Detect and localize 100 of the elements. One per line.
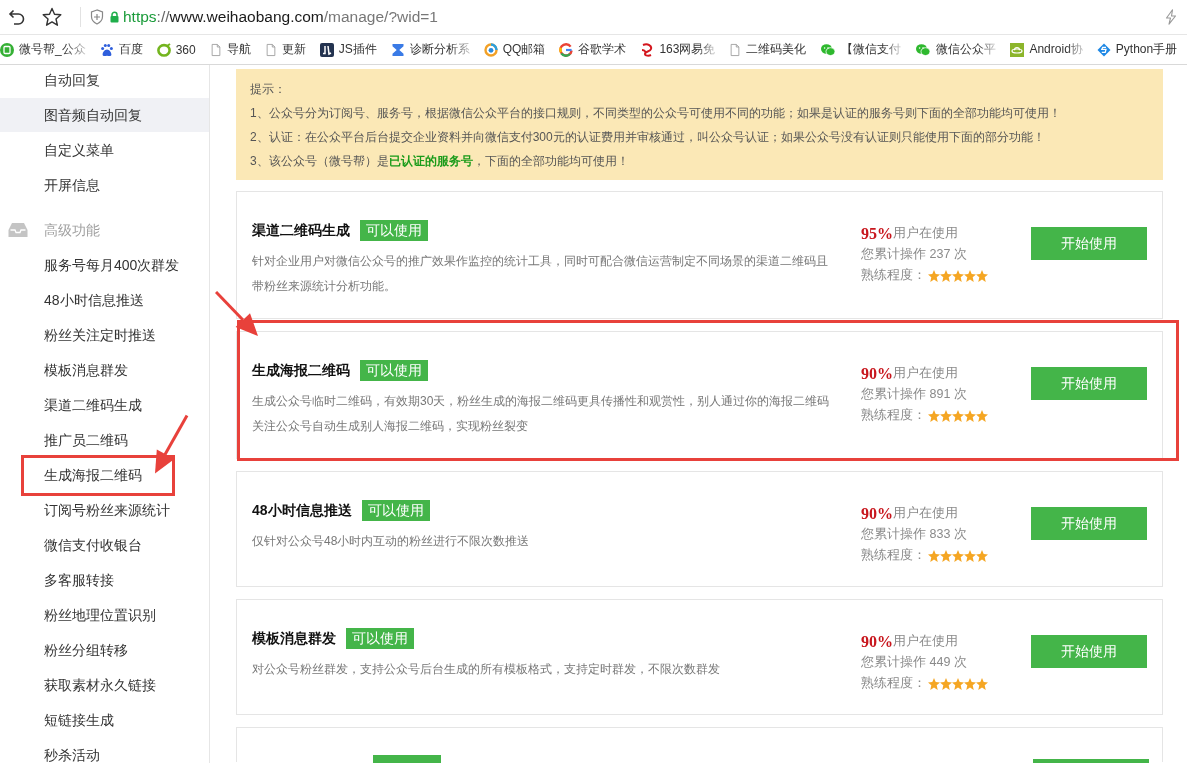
star-icon	[976, 549, 988, 562]
star-icon[interactable]	[42, 7, 62, 27]
bookmark-link[interactable]: 【微信支付	[820, 41, 902, 58]
ring-icon	[483, 42, 498, 57]
feature-title: 48小时信息推送	[252, 501, 352, 520]
notice-text: 1、公众号分为订阅号、服务号，根据微信公众平台的接口规则，不同类型的公众号可使用不同的功能；如果是认证的服务号则下面的全部功能均可使用！	[250, 105, 1062, 122]
bookmark-link[interactable]: JS插件	[319, 41, 377, 58]
star-icon	[928, 409, 940, 422]
bookmark-link[interactable]: 微号帮_公众	[0, 41, 86, 58]
star-icon	[952, 677, 964, 690]
usage-label: 用户在使用	[893, 365, 958, 382]
usage-percent: 90%	[861, 632, 893, 652]
bookmark-link[interactable]: Android协	[1010, 41, 1083, 58]
star-icon	[964, 549, 976, 562]
page-icon	[729, 42, 742, 57]
bookmark-link[interactable]: 百度	[99, 41, 143, 58]
swirl-icon	[640, 42, 655, 57]
notice-title: 提示：	[250, 81, 287, 98]
feature-description: 对公众号粉丝群发，支持公众号后台生成的所有模板格式，支持定时群发，不限次数群发	[252, 661, 721, 678]
bookmark-link[interactable]: 谷歌学术	[559, 41, 627, 58]
ring-icon	[156, 42, 171, 57]
sidebar-item[interactable]: 开屏信息	[0, 177, 209, 193]
star-icon	[976, 409, 988, 422]
diamond-logo-icon	[1096, 42, 1111, 57]
tray-icon	[8, 222, 28, 238]
bookmark-link[interactable]: 导航	[209, 41, 251, 58]
usage-percent: 90%	[861, 504, 893, 524]
status-badge: 可以使用	[346, 628, 414, 649]
status-badge: 可以使用	[360, 220, 428, 241]
status-badge: 可以使用	[360, 360, 428, 381]
feature-title: 模板消息群发	[252, 629, 336, 648]
arrow-annotation	[215, 291, 258, 336]
sidebar-item[interactable]: 获取素材永久链接	[0, 677, 209, 693]
start-button[interactable]	[1033, 759, 1149, 763]
undo-arrow-icon[interactable]	[8, 8, 26, 26]
sidebar-item[interactable]: 微信支付收银台	[0, 537, 209, 553]
sidebar-item[interactable]: 推广员二维码	[0, 432, 209, 448]
star-icon	[964, 269, 976, 282]
star-icon	[928, 549, 940, 562]
sidebar-item[interactable]: 多客服转接	[0, 572, 209, 588]
arrow-annotation	[154, 413, 189, 474]
bookmark-link[interactable]: QQ邮箱	[483, 41, 546, 58]
feature-description: 针对企业用户对微信公众号的推广效果作监控的统计工具，同时可配合微信运营制定不同场景的渠道二维码且带粉丝来源统计分析功能。	[252, 253, 829, 295]
sidebar-item[interactable]: 自动回复	[0, 72, 209, 88]
address-field[interactable]: https://www.weihaobang.com/manage/?wid=1	[123, 8, 438, 26]
bookmark-link[interactable]: 微信公众平	[915, 41, 997, 58]
sidebar-item[interactable]: 图音频自动回复	[0, 98, 209, 132]
operation-count: 您累计操作 833 次	[861, 526, 967, 543]
page-icon	[209, 42, 222, 57]
sidebar-item[interactable]: 模板消息群发	[0, 362, 209, 378]
sidebar-item[interactable]: 粉丝关注定时推送	[0, 327, 209, 343]
star-icon	[952, 549, 964, 562]
usage-percent: 95%	[861, 224, 893, 244]
skill-label: 熟练程度：	[861, 675, 926, 692]
page-icon	[264, 42, 277, 57]
star-icon	[976, 677, 988, 690]
bookmark-link[interactable]: Python手册	[1096, 41, 1178, 58]
sidebar-item[interactable]: 短链接生成	[0, 712, 209, 728]
paw-icon	[99, 42, 114, 57]
operation-count: 您累计操作 449 次	[861, 654, 967, 671]
sidebar-item[interactable]: 订阅号粉丝来源统计	[0, 502, 209, 518]
star-icon	[940, 409, 952, 422]
skill-label: 熟练程度：	[861, 547, 926, 564]
chat-bubbles-icon	[820, 42, 837, 57]
skill-label: 熟练程度：	[861, 407, 926, 424]
operation-count: 您累计操作 891 次	[861, 386, 967, 403]
usage-label: 用户在使用	[893, 505, 958, 522]
sidebar-item[interactable]: 粉丝分组转移	[0, 642, 209, 658]
star-icon	[964, 677, 976, 690]
star-icon	[952, 269, 964, 282]
shield-icon[interactable]	[90, 9, 104, 25]
skill-label: 熟练程度：	[861, 267, 926, 284]
usage-label: 用户在使用	[893, 225, 958, 242]
usage-percent: 90%	[861, 364, 893, 384]
lock-icon	[110, 11, 119, 23]
arc-logo-icon	[559, 42, 574, 57]
sidebar-item[interactable]: 自定义菜单	[0, 142, 209, 158]
star-icon	[940, 549, 952, 562]
hourglass-icon	[390, 42, 405, 57]
star-icon	[940, 677, 952, 690]
bookmark-link[interactable]: 360	[156, 42, 196, 57]
sidebar-item[interactable]: 生成海报二维码	[0, 467, 209, 483]
bookmark-link[interactable]: 诊断分析系	[390, 41, 470, 58]
sidebar-item[interactable]: 渠道二维码生成	[0, 397, 209, 413]
saucer-tile-icon	[1010, 42, 1025, 57]
star-icon	[940, 269, 952, 282]
bookmark-link[interactable]: 二维码美化	[729, 41, 807, 58]
operation-count: 您累计操作 237 次	[861, 246, 967, 263]
feature-description: 生成公众号临时二维码，有效期30天，粉丝生成的海报二维码更具传播性和观赏性，别人通过你的海报二维码关注公众号自动生成别人海报二维码，实现粉丝裂变	[252, 393, 830, 435]
section-title: 高级功能	[44, 222, 100, 238]
sidebar-item[interactable]: 秒杀活动	[0, 747, 209, 763]
star-icon	[928, 269, 940, 282]
bookmark-link[interactable]: 163网易免	[640, 41, 716, 58]
sidebar-item[interactable]: 粉丝地理位置识别	[0, 607, 209, 623]
status-badge: 可以使用	[361, 500, 430, 521]
lightning-icon[interactable]	[1165, 9, 1177, 25]
bookmark-link[interactable]: 更新	[264, 41, 306, 58]
feature-title: 渠道二维码生成	[252, 221, 350, 240]
sidebar-item[interactable]: 48小时信息推送	[0, 292, 209, 308]
sidebar-item[interactable]: 服务号每月400次群发	[0, 257, 209, 273]
